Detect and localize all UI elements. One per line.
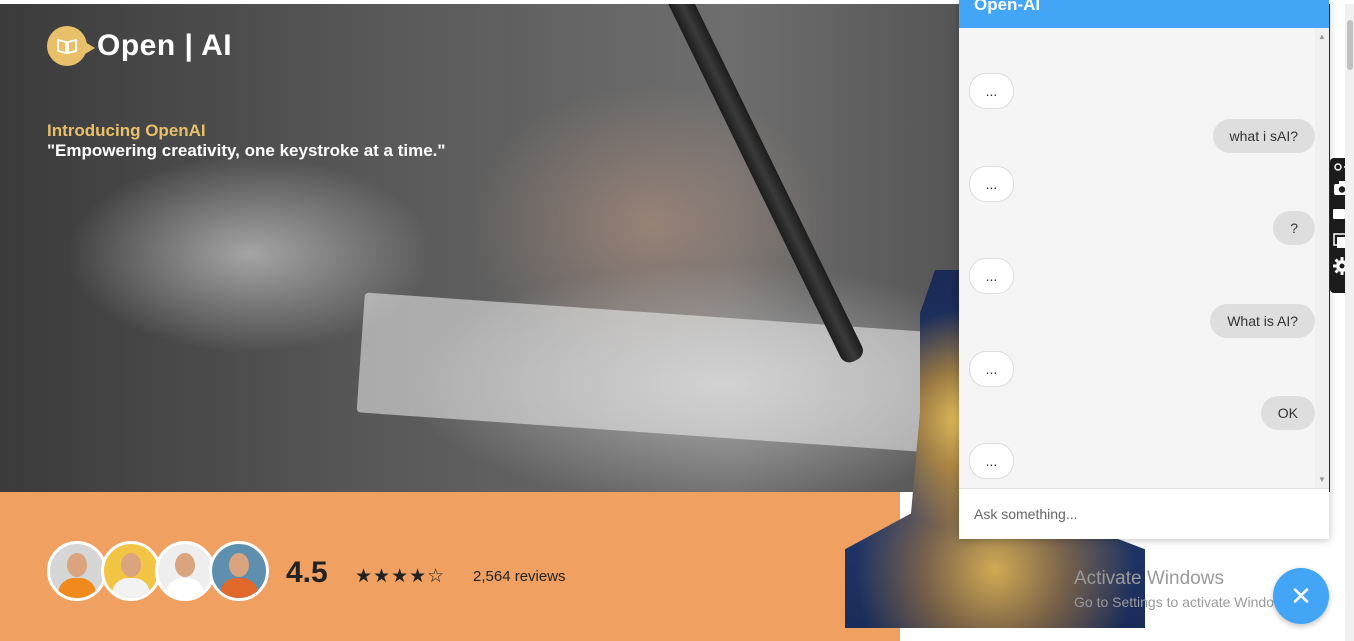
user-message: What is AI?: [1210, 304, 1315, 338]
notebook-image: [356, 292, 984, 456]
brand-name: Open | AI: [97, 29, 233, 62]
bot-message: ...: [969, 258, 1014, 294]
avatar: [155, 541, 215, 601]
chat-input[interactable]: [959, 489, 1316, 539]
bot-message: ...: [969, 351, 1014, 387]
bot-message: ...: [969, 166, 1014, 202]
avatar: [209, 541, 269, 601]
chat-title: Open-AI: [959, 0, 1329, 28]
pen-image: [656, 4, 867, 366]
watermark-subtitle: Go to Settings to activate Windows.: [1074, 594, 1295, 610]
chat-close-button[interactable]: ✕: [1273, 568, 1329, 624]
page-scrollbar[interactable]: [1345, 4, 1354, 641]
page-scrollbar-thumb[interactable]: [1347, 20, 1353, 70]
logo[interactable]: Open | AI: [47, 26, 232, 66]
chat-widget: Open-AI ... what i sAI? ... ? ... What i…: [959, 0, 1329, 539]
avatar: [47, 541, 107, 601]
bot-message: ...: [969, 73, 1014, 109]
user-message: OK: [1260, 396, 1315, 430]
watermark-title: Activate Windows: [1074, 568, 1224, 589]
scroll-down-icon[interactable]: ▼: [1318, 475, 1326, 484]
avatar-group: [47, 541, 269, 601]
avatar: [101, 541, 161, 601]
hero-intro: Introducing OpenAI "Empowering creativit…: [47, 121, 445, 161]
bot-message: ...: [969, 443, 1014, 479]
rating-value: 4.5: [286, 556, 328, 589]
user-message: ?: [1273, 211, 1315, 245]
review-count: 2,564 reviews: [473, 568, 566, 585]
star-rating-icon: ★★★★☆: [355, 566, 446, 587]
user-message: what i sAI?: [1212, 119, 1315, 153]
activate-windows-watermark: Activate Windows Go to Settings to activ…: [1074, 568, 1295, 610]
chat-scrollbar[interactable]: ▲ ▼: [1315, 28, 1329, 488]
book-icon: [47, 26, 95, 66]
intro-quote: "Empowering creativity, one keystroke at…: [47, 141, 446, 160]
chat-input-row: [959, 488, 1329, 539]
chat-message-list: ... what i sAI? ... ? ... What is AI? ..…: [959, 28, 1315, 488]
intro-title: Introducing OpenAI: [47, 121, 206, 140]
scroll-up-icon[interactable]: ▲: [1318, 32, 1326, 41]
